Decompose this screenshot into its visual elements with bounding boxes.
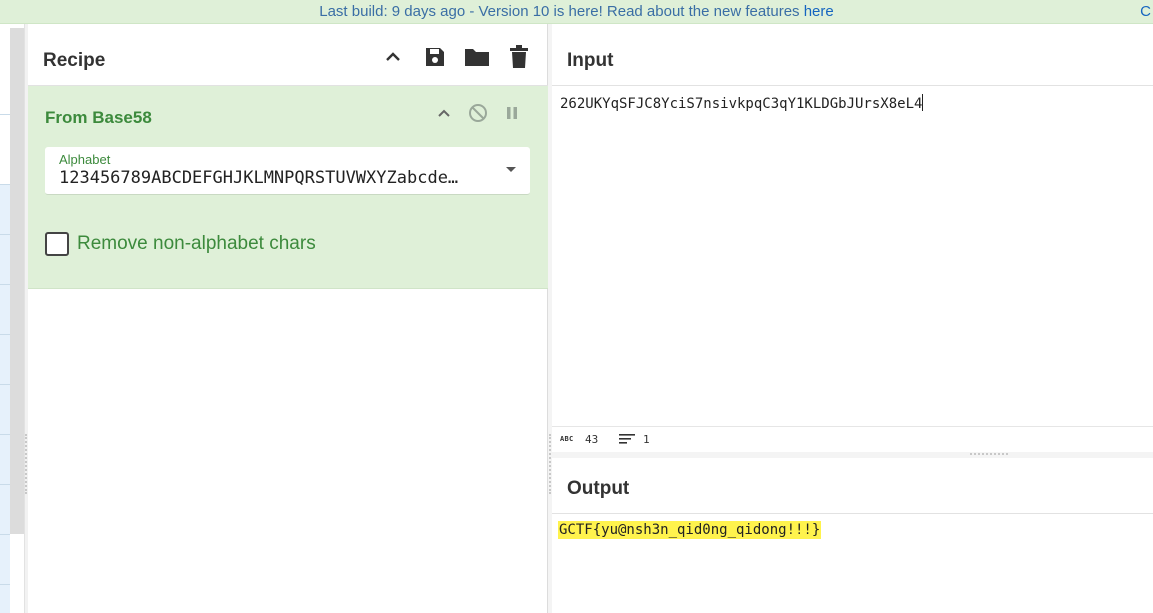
operations-divider xyxy=(0,334,10,335)
chevron-up-icon[interactable] xyxy=(378,42,408,72)
abc-icon: ABC xyxy=(560,435,574,443)
operation-name: From Base58 xyxy=(45,108,152,127)
output-header: Output xyxy=(552,464,1153,514)
operations-divider xyxy=(0,114,10,115)
lines-icon xyxy=(619,434,635,447)
input-textarea[interactable]: 262UKYqSFJC8YciS7nsivkpqC3qY1KLDGbJUrsX8… xyxy=(560,94,924,112)
operations-divider xyxy=(0,534,10,535)
operations-divider xyxy=(0,434,10,435)
resize-grip xyxy=(549,434,551,494)
operations-divider xyxy=(0,384,10,385)
output-text[interactable]: GCTF{yu@nsh3n_qid0ng_qidong!!!} xyxy=(558,521,822,539)
folder-icon[interactable] xyxy=(462,42,492,72)
remove-non-alphabet-checkbox[interactable]: Remove non-alphabet chars xyxy=(45,232,316,256)
collapse-icon[interactable] xyxy=(434,102,454,124)
alphabet-label: Alphabet xyxy=(59,152,111,167)
operations-list-background xyxy=(0,184,10,613)
operations-divider xyxy=(0,284,10,285)
input-title: Input xyxy=(567,50,614,71)
input-lines: 1 xyxy=(643,433,650,446)
input-header: Input xyxy=(552,34,1153,86)
update-banner: Last build: 9 days ago - Version 10 is h… xyxy=(0,0,1153,24)
input-status-bar: ABC 43 1 xyxy=(552,426,1153,452)
save-icon[interactable] xyxy=(420,42,450,72)
checkbox-icon[interactable] xyxy=(45,232,69,256)
recipe-header: Recipe xyxy=(28,34,548,86)
dropdown-caret-icon xyxy=(506,167,516,172)
resize-grip xyxy=(25,434,27,494)
operations-divider xyxy=(0,584,10,585)
resize-grip xyxy=(970,453,1008,455)
remove-non-alphabet-label: Remove non-alphabet chars xyxy=(77,233,316,254)
recipe-operation-from-base58[interactable]: From Base58 Alphabet 123456789ABCDEFGHJK… xyxy=(28,86,548,289)
operations-divider xyxy=(0,234,10,235)
banner-text: Last build: 9 days ago - Version 10 is h… xyxy=(319,3,804,20)
operation-controls xyxy=(434,102,522,124)
recipe-toolbar xyxy=(378,42,534,72)
trash-icon[interactable] xyxy=(504,42,534,72)
output-title: Output xyxy=(567,478,630,499)
disable-icon[interactable] xyxy=(468,102,488,124)
operations-panel xyxy=(0,24,24,613)
input-panel: Input 262UKYqSFJC8YciS7nsivkpqC3qY1KLDGb… xyxy=(552,24,1153,450)
input-length: 43 xyxy=(585,433,599,446)
breakpoint-icon[interactable] xyxy=(502,102,522,124)
operations-divider xyxy=(0,484,10,485)
alphabet-value: 123456789ABCDEFGHJKLMNPQRSTUVWXYZabcde… xyxy=(59,168,459,188)
recipe-title: Recipe xyxy=(43,50,106,71)
banner-tail-link[interactable]: C xyxy=(1140,0,1151,23)
recipe-panel: Recipe From Base58 Alphabet 123456789ABC… xyxy=(28,24,548,613)
operations-scrollbar[interactable] xyxy=(10,28,24,534)
output-panel: Output GCTF{yu@nsh3n_qid0ng_qidong!!!} xyxy=(552,458,1153,613)
banner-link[interactable]: here xyxy=(804,3,834,20)
input-text: 262UKYqSFJC8YciS7nsivkpqC3qY1KLDGbJUrsX8… xyxy=(560,96,923,112)
alphabet-select[interactable]: Alphabet 123456789ABCDEFGHJKLMNPQRSTUVWX… xyxy=(45,147,530,195)
operations-divider xyxy=(0,184,10,185)
text-caret xyxy=(922,94,924,111)
